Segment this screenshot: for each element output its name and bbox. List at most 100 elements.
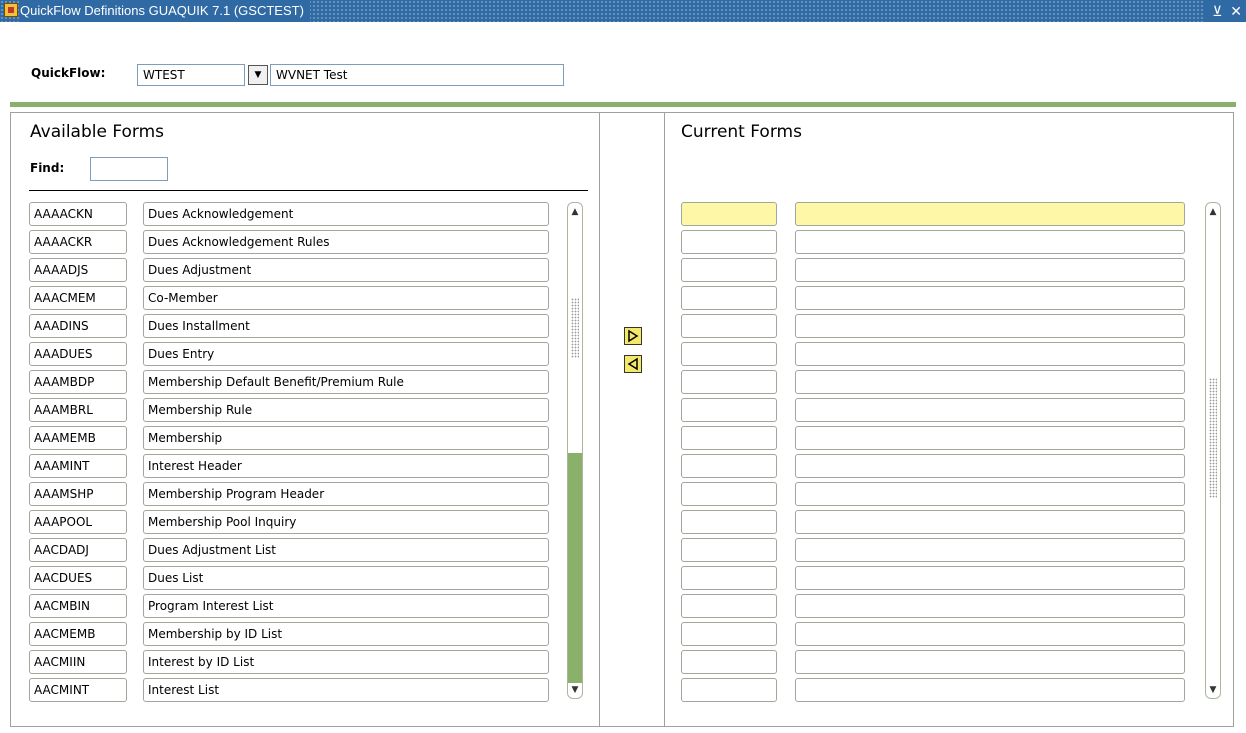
current-form-code[interactable] (681, 314, 777, 338)
available-form-name[interactable]: Dues Acknowledgement (143, 202, 549, 226)
available-form-name[interactable]: Dues Acknowledgement Rules (143, 230, 549, 254)
available-form-name[interactable]: Membership Rule (143, 398, 549, 422)
current-form-name[interactable] (795, 510, 1185, 534)
available-form-code[interactable]: AAADUES (29, 342, 127, 366)
current-form-name[interactable] (795, 286, 1185, 310)
scroll-up-icon[interactable]: ▲ (569, 205, 581, 219)
available-form-name[interactable]: Dues Entry (143, 342, 549, 366)
current-form-code[interactable] (681, 230, 777, 254)
available-form-code[interactable]: AACMIIN (29, 650, 127, 674)
current-form-code[interactable] (681, 482, 777, 506)
scroll-grip (1209, 378, 1217, 498)
current-forms-heading: Current Forms (681, 122, 802, 142)
current-form-name[interactable] (795, 314, 1185, 338)
available-form-name[interactable]: Interest by ID List (143, 650, 549, 674)
arrow-left-icon (627, 357, 638, 371)
minimize-icon[interactable]: ⊻ (1212, 0, 1222, 22)
current-form-code[interactable] (681, 342, 777, 366)
available-form-name[interactable]: Membership by ID List (143, 622, 549, 646)
available-form-code[interactable]: AAAACKR (29, 230, 127, 254)
available-scrollbar[interactable]: ▲ ▼ (567, 202, 583, 699)
available-form-name[interactable]: Membership (143, 426, 549, 450)
panel-divider-right (664, 112, 665, 727)
arrow-right-icon (628, 329, 639, 343)
current-form-name[interactable] (795, 566, 1185, 590)
window-controls: ⊻ ✕ (1204, 0, 1246, 22)
scroll-down-icon[interactable]: ▼ (569, 683, 581, 697)
available-form-code[interactable]: AACMEMB (29, 622, 127, 646)
current-form-name[interactable] (795, 594, 1185, 618)
available-form-name[interactable]: Dues Adjustment (143, 258, 549, 282)
available-form-code[interactable]: AACDUES (29, 566, 127, 590)
available-form-name[interactable]: Membership Pool Inquiry (143, 510, 549, 534)
available-form-name[interactable]: Co-Member (143, 286, 549, 310)
app-icon (4, 3, 18, 17)
current-form-name[interactable] (795, 230, 1185, 254)
available-form-name[interactable]: Dues Adjustment List (143, 538, 549, 562)
current-form-name[interactable] (795, 398, 1185, 422)
section-divider (10, 102, 1236, 107)
current-form-code[interactable] (681, 510, 777, 534)
quickflow-code-input[interactable]: WTEST (137, 64, 245, 86)
find-label: Find: (30, 161, 65, 175)
current-form-name[interactable] (795, 342, 1185, 366)
available-form-code[interactable]: AAAMBDP (29, 370, 127, 394)
quickflow-description-field: WVNET Test (270, 64, 564, 86)
current-form-code[interactable] (681, 566, 777, 590)
current-form-code[interactable] (681, 202, 777, 226)
current-form-code[interactable] (681, 678, 777, 702)
available-form-name[interactable]: Dues List (143, 566, 549, 590)
available-form-code[interactable]: AAACMEM (29, 286, 127, 310)
available-form-name[interactable]: Membership Default Benefit/Premium Rule (143, 370, 549, 394)
available-form-code[interactable]: AAAADJS (29, 258, 127, 282)
panel-divider-left (599, 112, 600, 727)
quickflow-lov-button[interactable]: ▼ (248, 65, 268, 85)
scroll-up-icon[interactable]: ▲ (1207, 205, 1219, 219)
current-form-code[interactable] (681, 622, 777, 646)
title-bar: QuickFlow Definitions GUAQUIK 7.1 (GSCTE… (0, 0, 1246, 22)
current-form-name[interactable] (795, 482, 1185, 506)
available-form-code[interactable]: AAAACKN (29, 202, 127, 226)
available-form-code[interactable]: AACMINT (29, 678, 127, 702)
find-separator (29, 190, 588, 191)
scroll-thumb[interactable] (568, 453, 582, 683)
find-input[interactable] (90, 157, 168, 181)
current-form-name[interactable] (795, 454, 1185, 478)
available-form-code[interactable]: AAAMSHP (29, 482, 127, 506)
remove-form-button[interactable] (624, 355, 642, 373)
current-form-code[interactable] (681, 286, 777, 310)
available-form-code[interactable]: AAAPOOL (29, 510, 127, 534)
available-form-name[interactable]: Dues Installment (143, 314, 549, 338)
available-form-code[interactable]: AACDADJ (29, 538, 127, 562)
available-form-code[interactable]: AACMBIN (29, 594, 127, 618)
current-form-name[interactable] (795, 538, 1185, 562)
current-form-name[interactable] (795, 426, 1185, 450)
current-form-code[interactable] (681, 594, 777, 618)
current-form-code[interactable] (681, 370, 777, 394)
current-form-code[interactable] (681, 398, 777, 422)
current-form-code[interactable] (681, 650, 777, 674)
available-form-code[interactable]: AAADINS (29, 314, 127, 338)
available-form-name[interactable]: Membership Program Header (143, 482, 549, 506)
available-form-code[interactable]: AAAMBRL (29, 398, 127, 422)
available-form-name[interactable]: Interest List (143, 678, 549, 702)
current-form-code[interactable] (681, 258, 777, 282)
current-form-code[interactable] (681, 426, 777, 450)
current-form-name[interactable] (795, 258, 1185, 282)
current-form-name[interactable] (795, 370, 1185, 394)
close-icon[interactable]: ✕ (1230, 0, 1242, 22)
current-scrollbar[interactable]: ▲ ▼ (1205, 202, 1221, 699)
available-form-name[interactable]: Program Interest List (143, 594, 549, 618)
scroll-down-icon[interactable]: ▼ (1207, 683, 1219, 697)
current-form-name[interactable] (795, 650, 1185, 674)
current-form-name[interactable] (795, 622, 1185, 646)
available-form-name[interactable]: Interest Header (143, 454, 549, 478)
available-forms-heading: Available Forms (30, 122, 165, 142)
add-form-button[interactable] (624, 327, 642, 345)
current-form-code[interactable] (681, 454, 777, 478)
available-form-code[interactable]: AAAMEMB (29, 426, 127, 450)
current-form-code[interactable] (681, 538, 777, 562)
current-form-name[interactable] (795, 678, 1185, 702)
current-form-name[interactable] (795, 202, 1185, 226)
available-form-code[interactable]: AAAMINT (29, 454, 127, 478)
